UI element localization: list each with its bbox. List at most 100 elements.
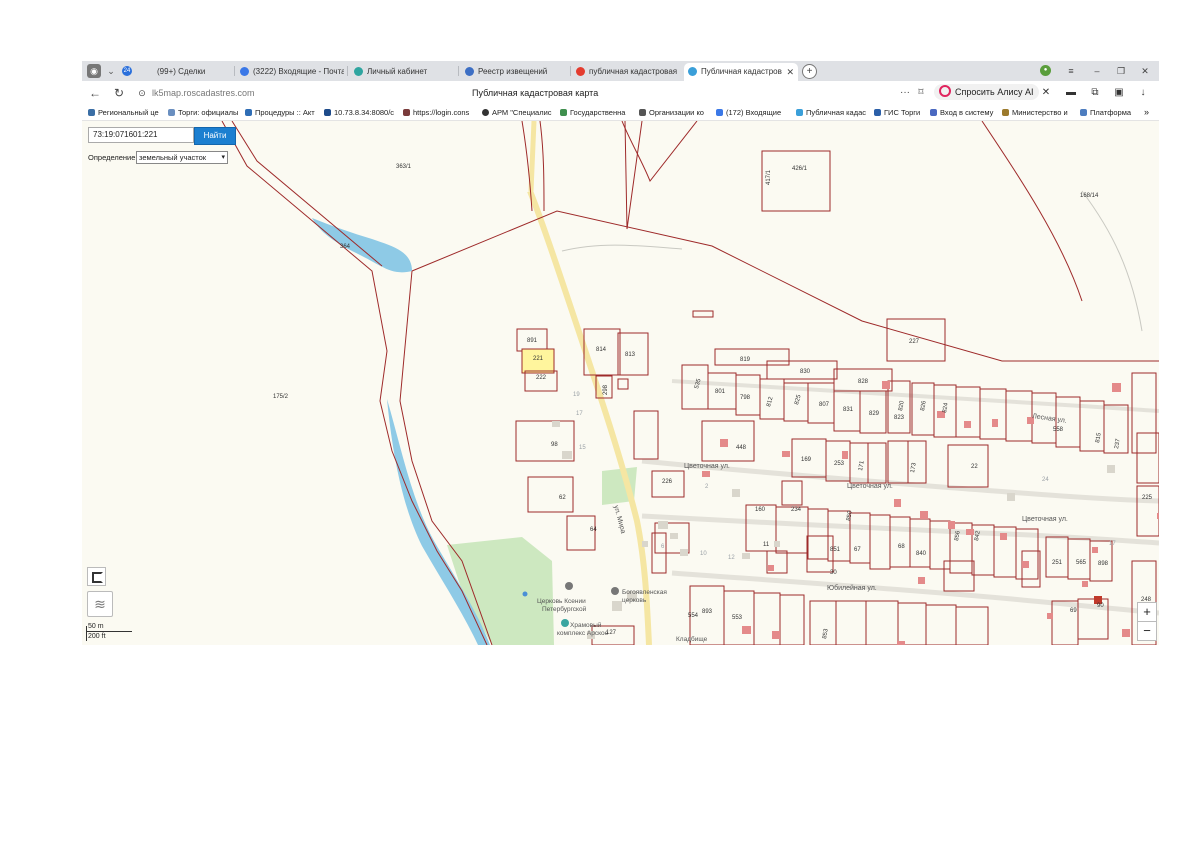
url-field[interactable]: lk5map.roscadastres.com xyxy=(152,86,255,100)
close-icon[interactable]: ✕ xyxy=(786,63,794,81)
scale-label-ft: 200 ft xyxy=(88,633,106,640)
svg-text:227: 227 xyxy=(909,339,920,345)
bookmark-icon xyxy=(560,109,567,116)
restore-icon[interactable]: ❐ xyxy=(1114,63,1128,79)
svg-text:253: 253 xyxy=(834,461,845,467)
tab-cadastral-map[interactable]: Публичная кадастров ✕ xyxy=(684,63,798,81)
svg-text:15: 15 xyxy=(579,445,586,451)
bookmarks-more-icon[interactable]: » xyxy=(1144,106,1156,119)
svg-text:160: 160 xyxy=(755,507,766,513)
minimize-icon[interactable]: – xyxy=(1090,63,1104,79)
bookmark-item[interactable]: Вход в систему xyxy=(930,106,998,119)
street-label-tsvetochnaya: Цветочная ул. xyxy=(847,483,893,490)
layers-button[interactable]: ≋ xyxy=(87,591,113,617)
close-window-icon[interactable]: ✕ xyxy=(1138,63,1152,79)
svg-text:826: 826 xyxy=(920,400,928,412)
bookmark-icon[interactable]: ⌑ xyxy=(914,85,928,101)
bookmark-icon xyxy=(88,109,95,116)
svg-text:825: 825 xyxy=(794,394,803,406)
zoom-out-button[interactable]: − xyxy=(1137,621,1157,641)
cadastral-map[interactable]: ул. Мира Лесная ул. Цветочная ул. Цветоч… xyxy=(82,121,1159,645)
tab-yandex-search[interactable]: публичная кадастровая xyxy=(576,63,680,81)
svg-text:814: 814 xyxy=(596,347,607,353)
bookmark-item[interactable]: 10.73.8.34:8080/c xyxy=(324,106,396,119)
svg-text:898: 898 xyxy=(1098,561,1109,567)
bookmark-item[interactable]: Публичная кадас xyxy=(796,106,868,119)
bookmark-item[interactable]: Государственна xyxy=(560,106,632,119)
scale-label-m: 50 m xyxy=(88,623,104,630)
more-icon[interactable]: ··· xyxy=(898,85,912,101)
svg-text:6: 6 xyxy=(661,544,665,550)
tab-counter-icon[interactable]: 24 xyxy=(122,66,132,76)
bookmark-item[interactable]: Торги: официалы xyxy=(168,106,240,119)
bookmark-icon xyxy=(324,109,331,116)
address-bar: ← ↻ ⊙ lk5map.roscadastres.com Публичная … xyxy=(82,81,1159,105)
cabinet-icon xyxy=(354,67,363,77)
bookmark-item[interactable]: Платформа xyxy=(1080,106,1142,119)
bookmark-item[interactable]: Процедуры :: Акт xyxy=(245,106,317,119)
svg-text:364: 364 xyxy=(340,244,351,250)
download-icon[interactable]: ↓ xyxy=(1136,86,1150,100)
svg-text:221: 221 xyxy=(533,356,544,362)
tab-deals[interactable]: (99+) Сделки xyxy=(144,63,232,81)
bookmark-item[interactable]: Региональный це xyxy=(88,106,160,119)
profile-icon[interactable]: ● xyxy=(1040,65,1051,76)
svg-text:234: 234 xyxy=(791,507,802,513)
extensions-icon[interactable]: ⧉ xyxy=(1088,86,1102,100)
bookmark-item[interactable]: ГИС Торги xyxy=(874,106,926,119)
svg-text:565: 565 xyxy=(1076,560,1087,566)
menu-icon[interactable]: ≡ xyxy=(1064,63,1078,79)
svg-text:893: 893 xyxy=(702,609,713,615)
select-area-button[interactable] xyxy=(87,567,106,586)
poi-label: Богоявленская xyxy=(622,589,667,596)
new-tab-button[interactable]: + xyxy=(802,64,817,79)
extension-hat-icon[interactable]: ▬ xyxy=(1064,86,1078,100)
tab-registry[interactable]: Реестр извещений xyxy=(465,63,565,81)
lock-icon[interactable]: ⊙ xyxy=(135,85,149,101)
cadastral-number-input[interactable] xyxy=(88,127,194,143)
chevron-down-icon[interactable]: ⌄ xyxy=(104,64,118,78)
bookmarks-bar: Региональный це Торги: официалы Процедур… xyxy=(82,105,1159,121)
svg-text:807: 807 xyxy=(819,402,830,408)
back-icon[interactable]: ← xyxy=(88,85,102,101)
browser-window: ◉ ⌄ 24 (99+) Сделки (3222) Входящие - По… xyxy=(82,61,1159,645)
find-button[interactable]: Найти xyxy=(194,127,236,145)
svg-text:426/1: 426/1 xyxy=(792,166,808,172)
shield-icon xyxy=(465,67,474,77)
bookmark-item[interactable]: Министерство и xyxy=(1002,106,1074,119)
alisa-icon xyxy=(939,85,951,97)
svg-text:813: 813 xyxy=(625,352,636,358)
alisa-button[interactable]: Спросить Алису AI xyxy=(934,84,1039,100)
tab-cabinet[interactable]: Личный кабинет xyxy=(354,63,454,81)
church-icon xyxy=(611,587,619,595)
collections-icon[interactable]: ▣ xyxy=(1112,86,1126,100)
zoom-in-button[interactable]: + xyxy=(1137,602,1157,622)
svg-text:251: 251 xyxy=(1052,560,1063,566)
bookmark-item[interactable]: АРМ "Специалис xyxy=(482,106,554,119)
reload-icon[interactable]: ↻ xyxy=(112,85,126,101)
bookmark-item[interactable]: https://login.cons xyxy=(403,106,477,119)
map-canvas[interactable]: ул. Мира Лесная ул. Цветочная ул. Цветоч… xyxy=(82,121,1159,645)
svg-text:12: 12 xyxy=(728,555,735,561)
layers-icon: ≋ xyxy=(94,596,106,612)
svg-text:831: 831 xyxy=(843,407,854,413)
svg-text:17: 17 xyxy=(1109,541,1116,547)
definition-select[interactable]: земельный участок ▾ xyxy=(136,151,228,164)
street-label-tsvetochnaya: Цветочная ул. xyxy=(684,463,730,470)
svg-text:448: 448 xyxy=(736,445,747,451)
bookmark-item[interactable]: Организации ко xyxy=(639,106,709,119)
svg-text:823: 823 xyxy=(894,415,905,421)
svg-text:819: 819 xyxy=(740,357,751,363)
extension-x-icon[interactable]: ✕ xyxy=(1039,86,1053,100)
svg-text:11: 11 xyxy=(763,542,770,548)
bookmark-icon xyxy=(482,109,489,116)
bookmark-item[interactable]: (172) Входящие xyxy=(716,106,788,119)
svg-text:62: 62 xyxy=(559,495,566,501)
pond xyxy=(312,218,412,273)
mail-icon xyxy=(240,67,249,77)
tab-mail[interactable]: (3222) Входящие - Почта xyxy=(240,63,344,81)
svg-text:171: 171 xyxy=(858,460,866,472)
yandex-icon xyxy=(576,67,585,77)
browser-menu-icon[interactable]: ◉ xyxy=(87,64,101,78)
svg-text:812: 812 xyxy=(766,396,775,408)
